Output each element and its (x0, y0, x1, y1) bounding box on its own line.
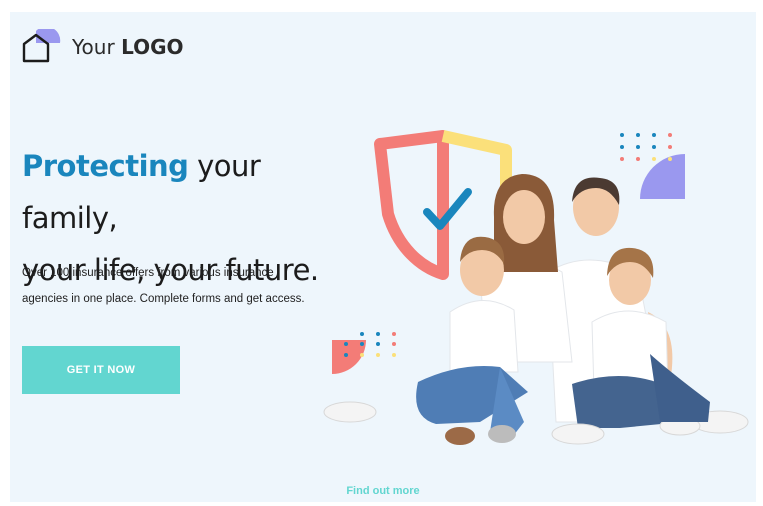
decor-dots-left (332, 332, 396, 374)
hero-illustration (323, 130, 749, 445)
hero-description: Over 100 insurance offers from various i… (22, 260, 322, 312)
house-icon (22, 29, 61, 63)
logo-text: Your LOGO (72, 35, 184, 59)
headline-accent: Protecting (22, 149, 189, 183)
logo-word-your: Your (72, 35, 115, 59)
landing-page: Your LOGO Protecting your family, your l… (10, 12, 756, 502)
find-out-more-link[interactable]: Find out more (10, 485, 756, 497)
logo[interactable]: Your LOGO (22, 29, 184, 64)
get-it-now-button[interactable]: GET IT NOW (22, 346, 180, 394)
decor-dots-top-right (620, 133, 685, 199)
description-line-1: Over 100 insurance offers from various i… (22, 267, 274, 279)
logo-word-logo: LOGO (121, 35, 184, 59)
description-line-2: agencies in one place. Complete forms an… (22, 293, 305, 305)
